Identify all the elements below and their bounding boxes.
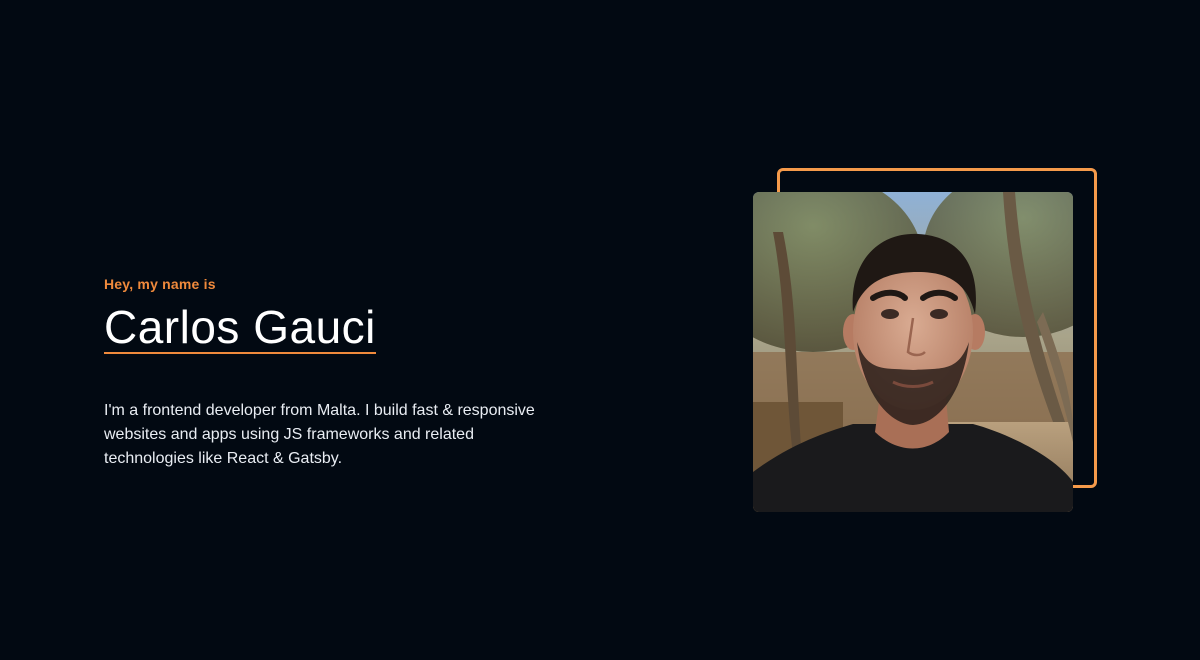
portrait-illustration: [753, 192, 1073, 512]
profile-photo-container: [753, 168, 1098, 513]
hero-bio: I'm a frontend developer from Malta. I b…: [104, 401, 535, 467]
profile-photo: [753, 192, 1073, 512]
hero-section: Hey, my name is Carlos Gauci I'm a front…: [0, 0, 1200, 660]
intro-block: Hey, my name is Carlos Gauci I'm a front…: [104, 275, 584, 487]
hero-name: Carlos Gauci: [104, 301, 376, 354]
greeting-text: Hey, my name is: [104, 276, 216, 292]
